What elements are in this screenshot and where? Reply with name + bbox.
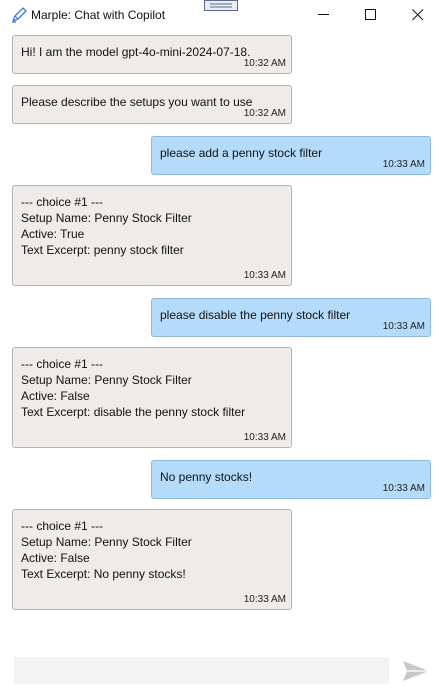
bot-message: --- choice #1 --- Setup Name: Penny Stoc… <box>12 509 292 610</box>
message-time: 10:33 AM <box>382 483 425 494</box>
bot-message: --- choice #1 --- Setup Name: Penny Stoc… <box>12 185 292 286</box>
bot-message: Please describe the setups you want to u… <box>12 85 292 124</box>
message-text: --- choice #1 --- Setup Name: Penny Stoc… <box>21 195 192 257</box>
user-message: No penny stocks! 10:33 AM <box>151 460 431 499</box>
user-message: please disable the penny stock filter 10… <box>151 298 431 337</box>
message-text: --- choice #1 --- Setup Name: Penny Stoc… <box>21 519 192 581</box>
message-text: --- choice #1 --- Setup Name: Penny Stoc… <box>21 357 246 419</box>
message-time: 10:33 AM <box>243 594 286 605</box>
maximize-icon <box>365 9 376 20</box>
bot-message: Hi! I am the model gpt-4o-mini-2024-07-1… <box>12 35 292 74</box>
bot-message: --- choice #1 --- Setup Name: Penny Stoc… <box>12 347 292 448</box>
message-time: 10:33 AM <box>243 270 286 281</box>
minimize-button[interactable] <box>301 0 347 30</box>
close-button[interactable] <box>395 0 439 30</box>
minimize-icon <box>318 14 329 15</box>
drag-grip[interactable] <box>204 0 238 12</box>
message-time: 10:33 AM <box>382 321 425 332</box>
message-time: 10:32 AM <box>243 108 286 119</box>
pen-icon <box>10 6 28 24</box>
send-button[interactable] <box>400 658 432 684</box>
message-time: 10:33 AM <box>382 159 425 170</box>
maximize-button[interactable] <box>348 0 394 30</box>
chat-input[interactable] <box>14 657 389 684</box>
message-time: 10:33 AM <box>243 432 286 443</box>
message-time: 10:32 AM <box>243 58 286 69</box>
title-bar[interactable]: Marple: Chat with Copilot <box>0 0 439 30</box>
close-icon <box>412 9 424 21</box>
chat-window: Marple: Chat with Copilot Hi! I am the m… <box>0 0 439 696</box>
user-message: please add a penny stock filter 10:33 AM <box>151 136 431 175</box>
window-title: Marple: Chat with Copilot <box>31 8 166 22</box>
send-icon <box>403 661 429 681</box>
